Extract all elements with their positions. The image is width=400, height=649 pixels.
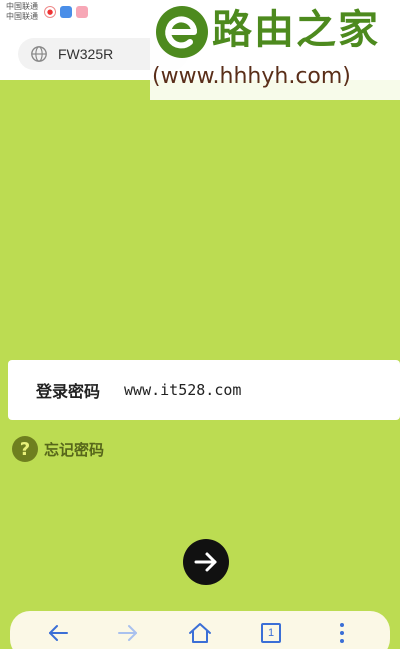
menu-icon [340,623,344,643]
carrier-label-2: 中国联通 [6,12,38,21]
password-card: 登录密码 [8,360,400,420]
menu-button[interactable] [328,619,356,647]
weibo-icon: ● [44,6,56,18]
tabs-icon: 1 [261,623,281,643]
watermark: 路由之家 (www.hhhyh.com) [150,0,400,100]
home-button[interactable] [186,619,214,647]
carrier-label-1: 中国联通 [6,2,38,11]
forward-icon [118,625,137,641]
back-button[interactable] [44,619,72,647]
tabs-button[interactable]: 1 [257,619,285,647]
login-submit-button[interactable] [183,539,229,585]
browser-toolbar: 1 [10,611,390,649]
photo-app-icon [76,6,88,18]
status-bar: 中国联通 中国联通 [6,2,38,22]
status-icons: ● [44,6,88,18]
app-notification-icon [60,6,72,18]
watermark-title: 路由之家 [212,7,380,53]
globe-icon [31,46,47,62]
back-icon [49,625,68,641]
arrow-right-icon [194,552,217,572]
forgot-password-label: 忘记密码 [44,440,105,459]
forward-button[interactable] [114,619,142,647]
router-login-page: 中国联通 中国联通 ● FW325R 路由之家 (www.hhhyh.com) … [0,0,400,649]
url-text: FW325R [58,46,114,62]
password-label: 登录密码 [36,382,101,401]
watermark-url: (www.hhhyh.com) [152,64,351,89]
home-icon [189,623,211,643]
question-icon: ? [12,436,38,462]
forgot-password-link[interactable]: ? 忘记密码 [12,436,104,462]
password-input[interactable] [124,381,345,399]
site-logo-icon [156,6,208,58]
